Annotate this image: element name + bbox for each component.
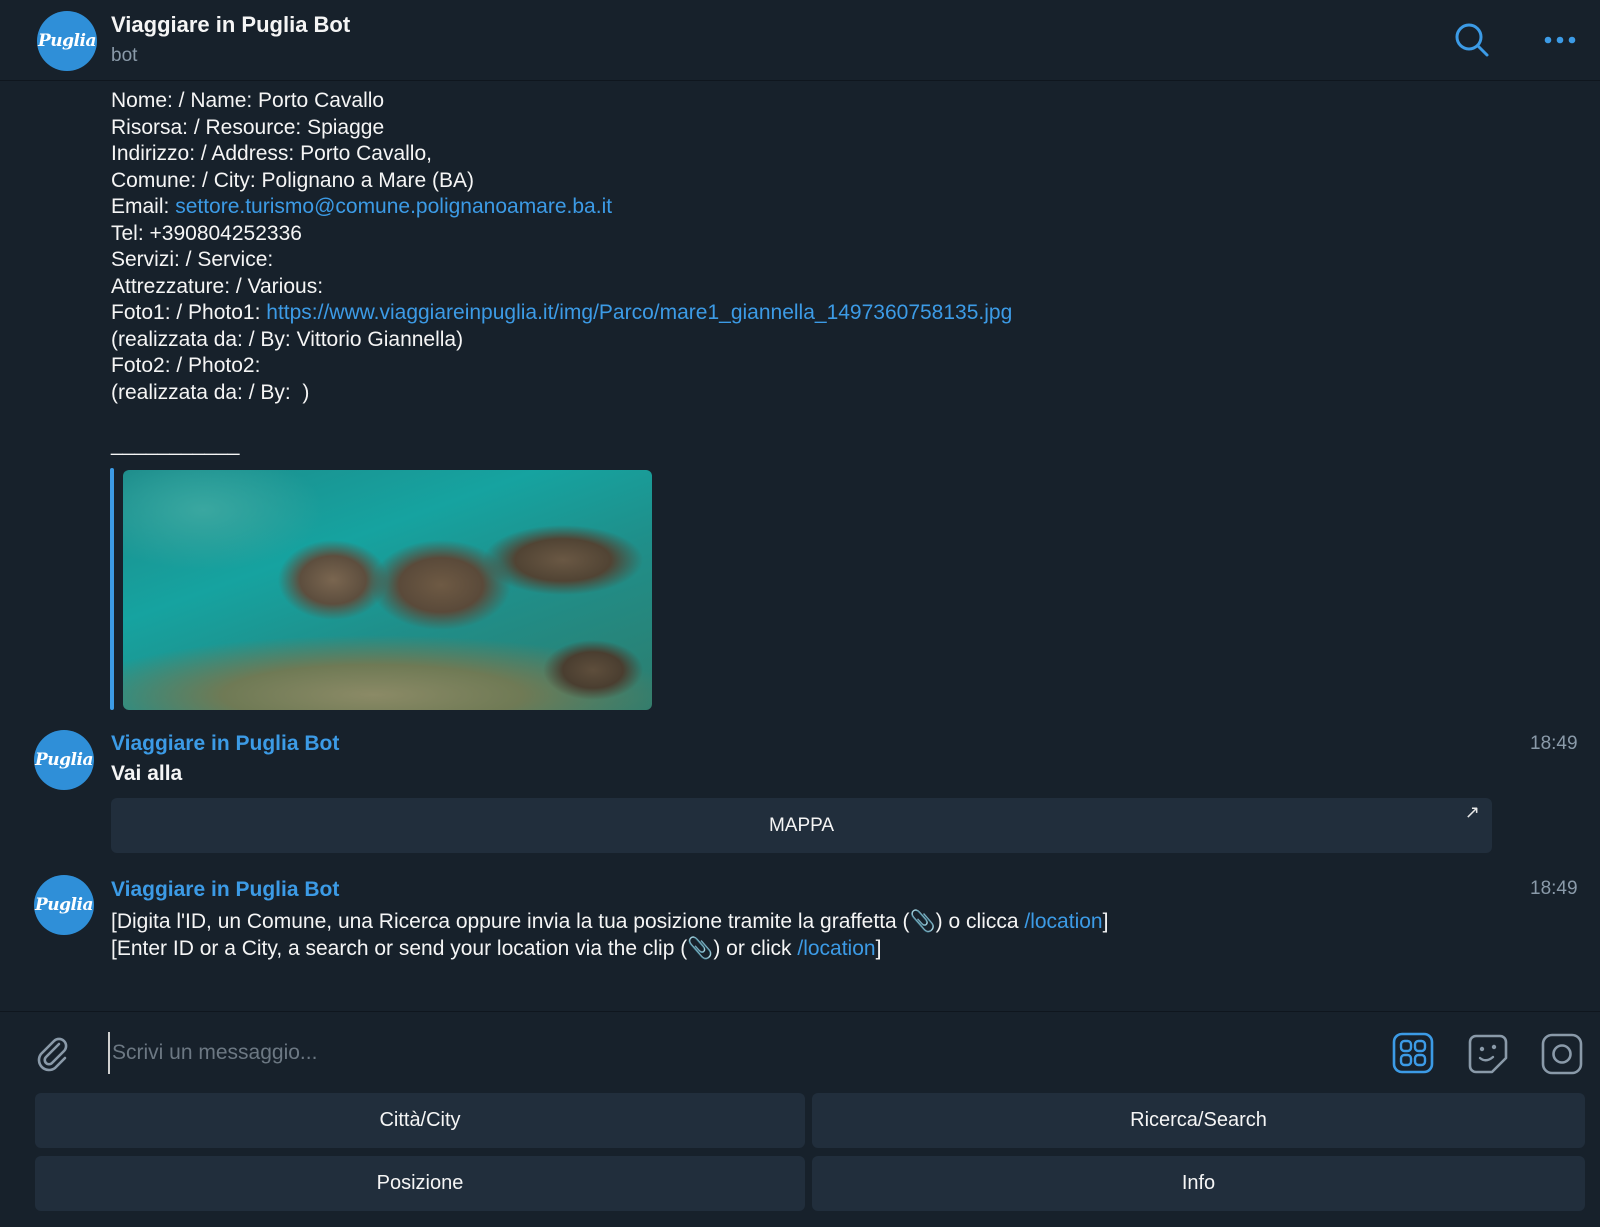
camera-round-icon: [1541, 1033, 1583, 1075]
sticker-button[interactable]: [1466, 1032, 1510, 1076]
detail-address: Indirizzo: / Address: Porto Cavallo,: [111, 142, 432, 165]
reply-button-search[interactable]: Ricerca/Search: [812, 1093, 1585, 1148]
detail-tel: Tel: +390804252336: [111, 221, 302, 245]
location-command-link[interactable]: /location: [797, 937, 875, 960]
message-time: 18:49: [1530, 878, 1578, 899]
photo1-label: Foto1: / Photo1:: [111, 301, 267, 324]
video-message-button[interactable]: [1540, 1032, 1584, 1076]
message-sender[interactable]: Viaggiare in Puglia Bot: [111, 878, 339, 902]
more-options-button[interactable]: [1540, 20, 1580, 60]
map-button-label: MAPPA: [768, 814, 835, 836]
detail-photo2-credit: (realizzata da: / By: ): [111, 380, 310, 404]
chat-header: Puglia Viaggiare in Puglia Bot bot: [0, 0, 1600, 81]
instruction-line-it: [Digita l'ID, un Comune, una Ricerca opp…: [111, 909, 1108, 936]
avatar-logo-text: Puglia: [35, 750, 93, 770]
chat-subtitle: bot: [111, 45, 138, 66]
detail-email: Email: settore.turismo@comune.polignanoa…: [111, 194, 612, 221]
external-link-arrow-icon: ↗: [1464, 802, 1480, 822]
message-time: 18:49: [1530, 733, 1578, 754]
detail-photo2: Foto2: / Photo2:: [111, 354, 261, 377]
email-link[interactable]: settore.turismo@comune.polignanoamare.ba…: [175, 195, 612, 218]
instruction-line-en: [Enter ID or a City, a search or send yo…: [111, 936, 881, 963]
search-icon: [1455, 23, 1489, 57]
more-dots-icon: [1544, 36, 1576, 44]
separator-line: ___________: [111, 433, 240, 456]
detail-name: Nome: / Name: Porto Cavallo: [111, 89, 385, 112]
detail-city: Comune: / City: Polignano a Mare (BA): [111, 168, 474, 192]
email-label: Email:: [111, 195, 176, 218]
message-input[interactable]: [108, 1032, 1374, 1074]
reply-button-city[interactable]: Città/City: [35, 1093, 805, 1148]
instruction-text-it: [Digita l'ID, un Comune, una Ricerca opp…: [111, 910, 1025, 933]
sender-avatar[interactable]: Puglia: [34, 875, 94, 935]
detail-photo1: Foto1: / Photo1: https://www.viaggiarein…: [111, 300, 1012, 327]
reply-button-info[interactable]: Info: [812, 1156, 1585, 1211]
sender-avatar[interactable]: Puglia: [34, 730, 94, 790]
bot-keyboard-button[interactable]: [1392, 1032, 1434, 1074]
sticker-smile-icon: [1468, 1034, 1508, 1074]
avatar-logo-text: Puglia: [35, 895, 93, 915]
detail-services: Servizi: / Service:: [111, 248, 274, 271]
avatar-logo-text: Puglia: [38, 31, 96, 51]
detail-various: Attrezzature: / Various:: [111, 274, 324, 298]
bot-avatar[interactable]: Puglia: [37, 11, 97, 71]
reply-button-position[interactable]: Posizione: [35, 1156, 805, 1211]
keyboard-grid-icon: [1392, 1032, 1434, 1074]
detail-resource: Risorsa: / Resource: Spiagge: [111, 115, 385, 139]
map-inline-button[interactable]: MAPPA ↗: [111, 798, 1492, 853]
message-text: Vai alla: [111, 762, 183, 785]
instruction-text-en: [Enter ID or a City, a search or send yo…: [111, 936, 798, 960]
message-sender[interactable]: Viaggiare in Puglia Bot: [111, 732, 339, 756]
location-command-link[interactable]: /location: [1024, 910, 1102, 933]
instruction-suffix: ]: [1102, 910, 1109, 933]
photo1-link[interactable]: https://www.viaggiareinpuglia.it/img/Par…: [266, 301, 1012, 324]
paperclip-icon: [37, 1037, 68, 1072]
search-button[interactable]: [1452, 20, 1492, 60]
link-preview-photo[interactable]: [123, 470, 652, 710]
detail-photo1-credit: (realizzata da: / By: Vittorio Giannella…: [111, 327, 464, 351]
instruction-suffix: ]: [875, 936, 882, 960]
chat-title[interactable]: Viaggiare in Puglia Bot: [111, 12, 350, 38]
link-preview-bar: [110, 468, 114, 710]
attach-button[interactable]: [30, 1030, 74, 1074]
